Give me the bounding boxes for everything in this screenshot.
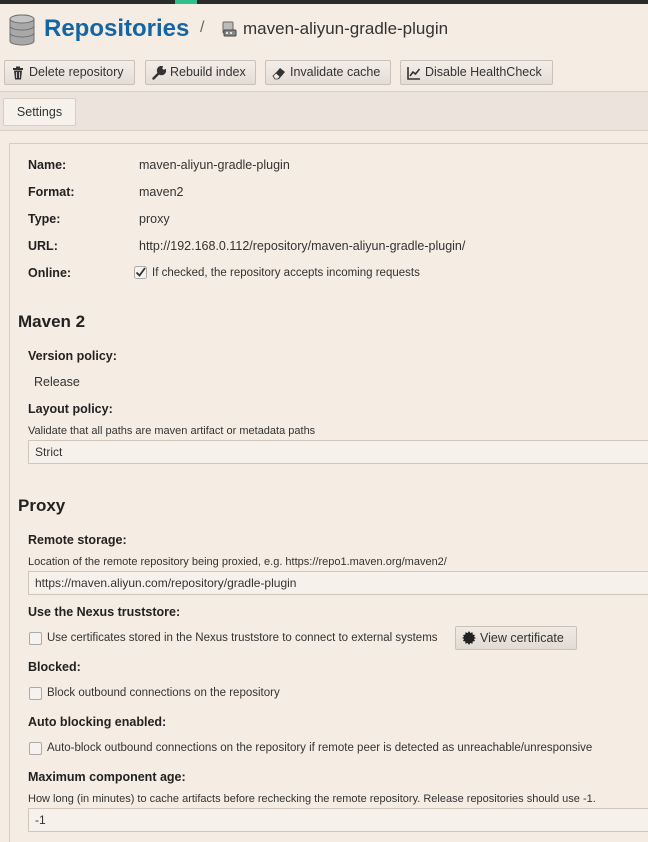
auto-blocking-checkbox-text: Auto-block outbound connections on the r…	[47, 742, 593, 754]
max-component-age-input[interactable]: -1	[28, 808, 648, 832]
top-bar	[0, 0, 648, 4]
proxy-section-title: Proxy	[18, 496, 66, 515]
toolbar: Delete repository Rebuild index Invalida…	[0, 60, 648, 86]
chart-line-icon	[407, 67, 421, 80]
blocked-label: Blocked:	[28, 660, 81, 674]
delete-repository-button[interactable]: Delete repository	[4, 60, 135, 85]
active-tab-indicator	[175, 0, 197, 4]
disable-healthcheck-button[interactable]: Disable HealthCheck	[400, 60, 553, 85]
invalidate-cache-button[interactable]: Invalidate cache	[265, 60, 391, 85]
database-icon	[9, 14, 35, 46]
disable-healthcheck-label: Disable HealthCheck	[425, 65, 542, 79]
auto-blocking-label: Auto blocking enabled:	[28, 715, 167, 729]
layout-policy-help: Validate that all paths are maven artifa…	[28, 425, 316, 437]
type-label: Type:	[28, 212, 61, 226]
layout-policy-label: Layout policy:	[28, 402, 113, 416]
eraser-icon	[272, 68, 285, 80]
version-policy-value: Release	[34, 375, 80, 389]
type-value: proxy	[139, 212, 170, 226]
breadcrumb-repository-name: maven-aliyun-gradle-plugin	[243, 19, 449, 38]
rebuild-index-label: Rebuild index	[170, 65, 246, 79]
auto-blocking-checkbox[interactable]	[29, 742, 42, 755]
layout-policy-field[interactable]: Strict	[28, 440, 648, 464]
certificate-icon	[462, 631, 476, 645]
max-component-age-label: Maximum component age:	[28, 770, 186, 784]
max-component-age-help: How long (in minutes) to cache artifacts…	[28, 793, 596, 805]
remote-storage-input[interactable]: https://maven.aliyun.com/repository/grad…	[28, 571, 648, 595]
blocked-checkbox-text: Block outbound connections on the reposi…	[47, 687, 280, 699]
wrench-icon	[152, 66, 166, 80]
page-title[interactable]: Repositories	[44, 14, 189, 44]
format-value: maven2	[139, 185, 184, 199]
trash-icon	[13, 66, 23, 80]
url-value[interactable]: http://192.168.0.112/repository/maven-al…	[139, 239, 465, 253]
settings-tab-bar: Settings	[0, 91, 648, 131]
name-label: Name:	[28, 158, 67, 172]
online-checkbox-text: If checked, the repository accepts incom…	[152, 267, 420, 279]
name-value: maven-aliyun-gradle-plugin	[139, 158, 290, 172]
online-checkbox[interactable]	[134, 266, 147, 279]
url-label: URL:	[28, 239, 58, 253]
page-header: Repositories / maven-aliyun-gradle-plugi…	[0, 8, 648, 52]
truststore-checkbox[interactable]	[29, 632, 42, 645]
breadcrumb-separator: /	[200, 19, 205, 36]
remote-storage-label: Remote storage:	[28, 533, 127, 547]
tab-settings[interactable]: Settings	[3, 98, 76, 126]
truststore-checkbox-text: Use certificates stored in the Nexus tru…	[47, 632, 438, 644]
format-label: Format:	[28, 185, 75, 199]
view-certificate-label: View certificate	[480, 631, 564, 645]
version-policy-label: Version policy:	[28, 349, 117, 363]
view-certificate-button[interactable]: View certificate	[455, 626, 577, 650]
delete-repository-label: Delete repository	[29, 65, 124, 79]
repository-icon	[222, 21, 237, 37]
maven2-section-title: Maven 2	[18, 312, 86, 331]
remote-storage-help: Location of the remote repository being …	[28, 556, 447, 568]
blocked-checkbox[interactable]	[29, 687, 42, 700]
invalidate-cache-label: Invalidate cache	[290, 65, 381, 79]
rebuild-index-button[interactable]: Rebuild index	[145, 60, 256, 85]
online-label: Online:	[28, 266, 72, 280]
truststore-label: Use the Nexus truststore:	[28, 605, 181, 619]
